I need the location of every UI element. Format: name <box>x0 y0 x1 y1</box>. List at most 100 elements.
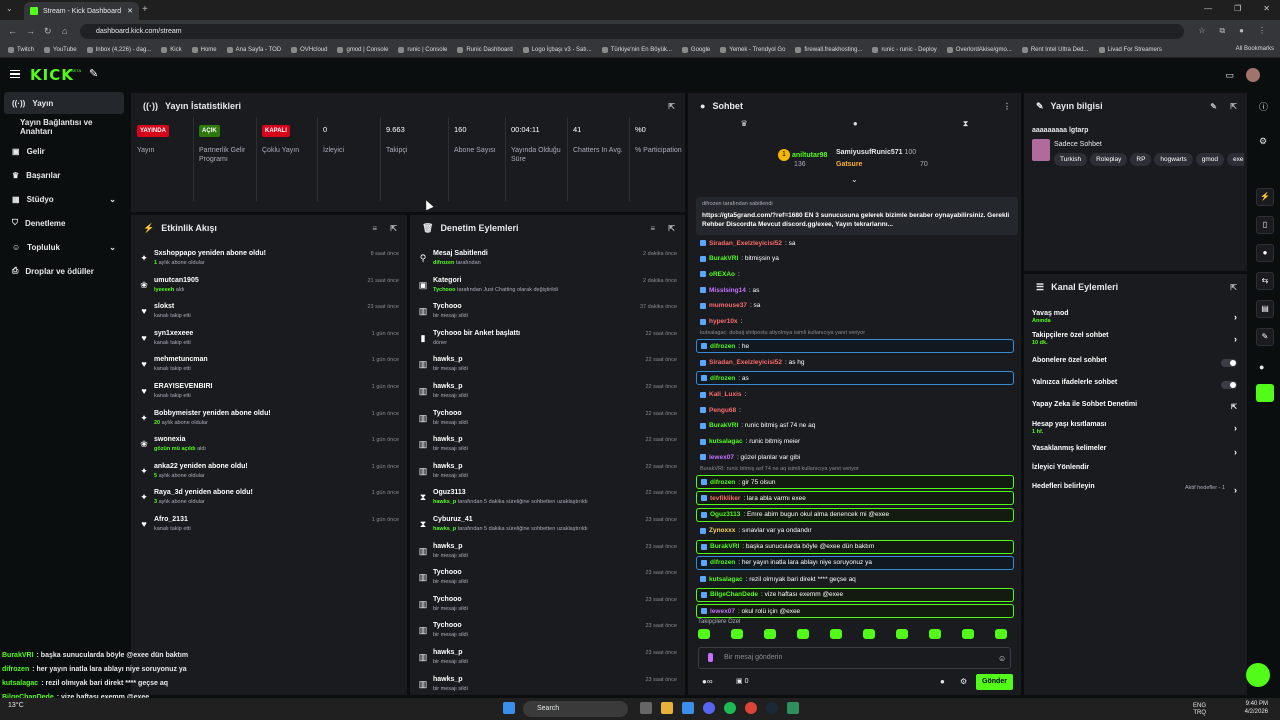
chat-message[interactable]: difrozen: he <box>696 339 1014 354</box>
maximize-icon[interactable]: ❐ <box>1234 4 1241 13</box>
extensions-icon[interactable]: ⧉ <box>1219 26 1225 36</box>
chat-message[interactable]: difrozen: gir 75 olsun <box>696 475 1014 489</box>
channel-action-item[interactable]: Abonelere özel sohbet <box>1032 357 1239 377</box>
close-window-icon[interactable]: ✕ <box>1263 4 1270 13</box>
app-icon[interactable] <box>787 702 799 714</box>
chat-username[interactable]: Zynoxxx <box>709 527 735 534</box>
channel-action-item[interactable]: Takipçilere özel sohbet 10 dk. › <box>1032 332 1239 352</box>
kick-logo[interactable]: KICK <box>30 66 74 84</box>
chat-username[interactable]: difrozen <box>710 479 735 486</box>
moderation-item[interactable]: ▥ hawks_p bir mesajı sildi 23 saat önce <box>410 646 685 672</box>
moderation-item[interactable]: ⧗ Cyburuz_41 hawks_p tarafından 5 dakika s… <box>410 513 685 539</box>
chat-username[interactable]: difrozen <box>710 559 735 566</box>
chat-username[interactable]: oREXAo <box>709 271 735 278</box>
chat-username[interactable]: kutsalagac <box>709 576 743 583</box>
emote-icon[interactable] <box>995 629 1007 639</box>
send-button[interactable]: Gönder <box>976 674 1013 690</box>
chat-username[interactable]: MissIsing14 <box>709 287 746 294</box>
tag-chip[interactable]: exe <box>1227 153 1244 166</box>
quick-action-chat-icon[interactable]: ● <box>1256 244 1274 262</box>
reload-icon[interactable]: ↻ <box>44 26 52 37</box>
activity-item[interactable]: ✦ Raya_3d yeniden abone oldu! 3 aylık abon… <box>131 486 407 512</box>
chat-message[interactable]: BilgeChanDede: vize haftası exemm @exee <box>696 587 1014 602</box>
bookmark-item[interactable]: Twitch <box>8 46 34 53</box>
discord-icon[interactable] <box>703 702 715 714</box>
channel-action-item[interactable]: Yavaş mod Anında › <box>1032 310 1239 330</box>
filter-icon[interactable]: ≡ <box>650 224 655 233</box>
chat-message[interactable]: kutsalagac: runic bitmiş meier <box>696 435 1014 449</box>
moderation-item[interactable]: ▥ Tychooo bir mesajı sildi 23 saat önce <box>410 566 685 592</box>
bookmark-item[interactable]: Home <box>191 46 217 53</box>
chat-username[interactable]: lewex07 <box>709 454 734 461</box>
emote-icon[interactable] <box>830 629 842 639</box>
chat-message[interactable]: Siradan_Exelzleyicisi52: as hg <box>696 356 1014 370</box>
bookmark-item[interactable]: Ana Sayfa - TOD <box>226 46 281 53</box>
bookmark-item[interactable]: OVHcloud <box>291 46 327 53</box>
chat-username[interactable]: Siradan_Exelzleyicisi52 <box>709 359 782 366</box>
channel-action-item[interactable]: Hedefleri belirleyin › Aktif hedefler - 1 <box>1032 483 1239 503</box>
emote-icon[interactable] <box>797 629 809 639</box>
sidebar-item-studyo[interactable]: ▦ Stüdyo ⌄ <box>4 188 124 210</box>
store-icon[interactable] <box>682 702 694 714</box>
chat-username[interactable]: lewex07 <box>710 608 735 615</box>
sidebar-item-droplar[interactable]: ⎙ Droplar ve ödüller <box>4 260 124 282</box>
help-chat-icon[interactable] <box>1246 663 1270 687</box>
tag-chip[interactable]: Roleplay <box>1090 153 1128 166</box>
channel-action-item[interactable]: Yalnızca ifadelerle sohbet <box>1032 379 1239 399</box>
bookmark-item[interactable]: runic - runic - Deploy <box>872 46 937 53</box>
chat-message[interactable]: difrozen: as <box>696 371 1014 386</box>
new-tab-button[interactable]: + <box>142 4 148 15</box>
moderation-item[interactable]: ▥ hawks_p bir mesajı sildi 22 saat önce <box>410 380 685 406</box>
moderation-item[interactable]: ▥ hawks_p bir mesajı sildi 22 saat önce <box>410 353 685 379</box>
back-icon[interactable]: ← <box>8 26 17 36</box>
creator-tools-icon[interactable]: ✎ <box>89 67 98 80</box>
chat-username[interactable]: Kali_Luxis <box>709 391 742 398</box>
chat-username[interactable]: tevfikliker <box>710 495 740 502</box>
settings-icon[interactable]: ⚙ <box>1259 136 1267 147</box>
chat-username[interactable]: BurakVRI <box>709 255 738 262</box>
emote-icon[interactable] <box>929 629 941 639</box>
moderation-item[interactable]: ▣ Kategori Tychooo tarafından Just Chattin… <box>410 274 685 300</box>
people-icon[interactable]: ● <box>1259 362 1264 372</box>
quick-action-trash-icon[interactable]: ▯ <box>1256 216 1274 234</box>
chat-username[interactable]: hyper10x <box>709 318 738 325</box>
chat-message[interactable]: BurakVRI: runic bitmiş asf 74 ne aq <box>696 419 1014 433</box>
tab-search-icon[interactable]: ⌄ <box>6 4 13 13</box>
profile-icon[interactable]: ● <box>1239 26 1244 36</box>
popout-icon[interactable]: ⇱ <box>390 224 397 233</box>
toggle-switch[interactable] <box>1221 381 1237 389</box>
chat-message[interactable]: Zynoxxx: sınavlar var ya ondandır <box>696 524 1014 538</box>
pinned-message[interactable]: difrozen tarafından sabitlendi https://g… <box>696 197 1018 235</box>
chat-username[interactable]: BilgeChanDede <box>710 591 758 598</box>
quick-action-mod-icon[interactable]: ⇆ <box>1256 272 1274 290</box>
wallet-icon[interactable]: ▭ <box>1225 70 1234 81</box>
chat-settings-bubble-icon[interactable]: ● <box>940 677 945 686</box>
chat-message[interactable]: MissIsing14: as <box>696 283 1014 297</box>
chat-input[interactable]: Bir mesaj gönderin <box>698 647 1011 669</box>
gear-icon[interactable]: ⚙ <box>960 677 967 686</box>
sidebar-item-yayin[interactable]: ((·)) Yayın <box>4 92 124 114</box>
moderation-item[interactable]: ▥ Tychooo bir mesajı sildi 23 saat önce <box>410 619 685 645</box>
chat-message[interactable]: BurakVRI: bitmişsin ya <box>696 252 1014 266</box>
chat-username[interactable]: Oguz3113 <box>710 511 740 518</box>
chat-tab-icon[interactable]: ● <box>853 119 858 133</box>
steam-icon[interactable] <box>766 702 778 714</box>
popout-icon[interactable]: ⇱ <box>1230 102 1237 111</box>
bookmark-item[interactable]: Livad For Streamers <box>1098 46 1162 53</box>
sidebar-item-gelir[interactable]: ▣ Gelir <box>4 140 124 162</box>
chat-username[interactable]: BurakVRI <box>710 543 739 550</box>
popout-icon[interactable]: ⇱ <box>668 224 675 233</box>
channel-action-item[interactable]: Hesap yaşı kısıtlaması 1 hf. › <box>1032 421 1239 441</box>
moderation-item[interactable]: ⧗ Oguz3113 hawks_p tarafından 5 dakika sür… <box>410 486 685 512</box>
bookmark-item[interactable]: Türkiye'nin En Böyük... <box>601 46 672 53</box>
bookmark-item[interactable]: OverlordAkise/gmo... <box>946 46 1012 53</box>
chat-message[interactable]: lewex07: güzel planlar var gibi <box>696 450 1014 464</box>
activity-item[interactable]: ♥ ERAYISEVENBIRI kanalı takip etti 1 gün ön… <box>131 380 407 406</box>
minimize-icon[interactable]: — <box>1204 4 1212 13</box>
hamburger-menu-icon[interactable] <box>10 70 20 78</box>
chat-message[interactable]: difrozen: her yayın inatla lara ablayı n… <box>696 555 1014 570</box>
emoji-picker-icon[interactable]: ☺ <box>998 654 1006 663</box>
moderation-item[interactable]: ▥ hawks_p bir mesajı sildi 23 saat önce <box>410 673 685 695</box>
url-field[interactable]: dashboard.kick.com/stream <box>80 24 1184 39</box>
leaderboard-tab-icon[interactable]: ♛ <box>741 119 748 133</box>
